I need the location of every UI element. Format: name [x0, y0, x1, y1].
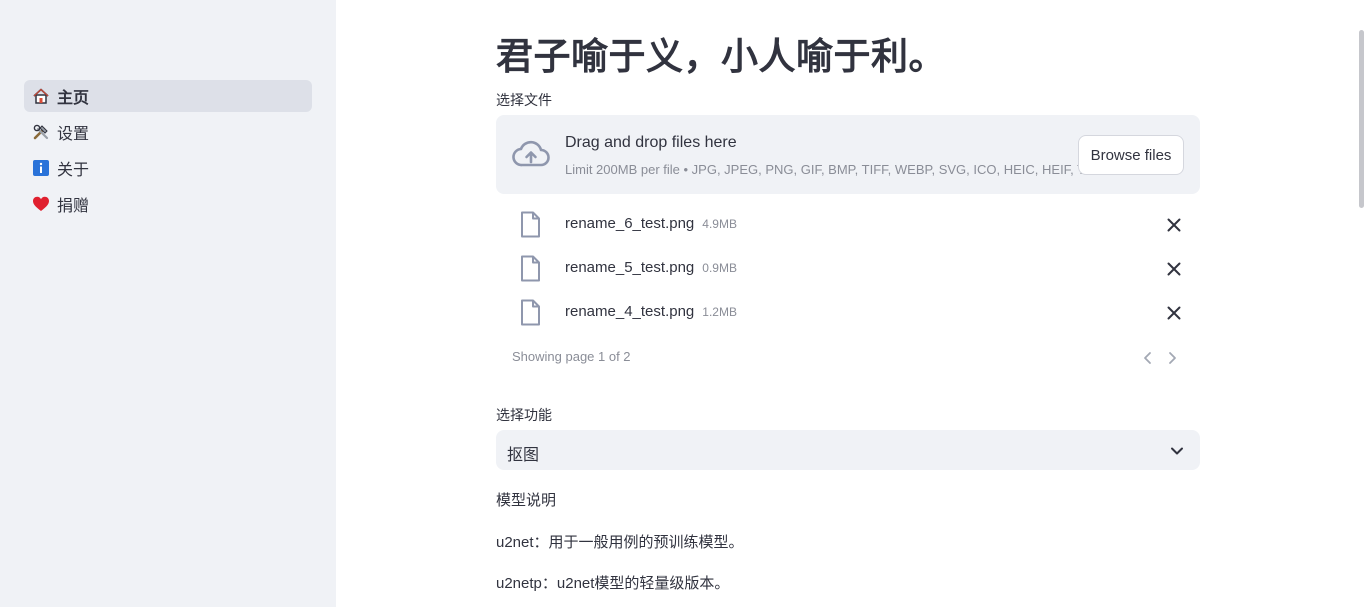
file-icon	[520, 255, 541, 287]
model-description-line: u2net：用于一般用例的预训练模型。	[496, 534, 744, 551]
next-page-button[interactable]	[1165, 350, 1179, 366]
file-icon	[520, 211, 541, 243]
file-name: rename_6_test.png	[565, 215, 695, 232]
function-select-value: 抠图	[507, 447, 540, 464]
info-icon	[32, 159, 50, 177]
dropzone-limit-text: Limit 200MB per file • JPG, JPEG, PNG, G…	[565, 162, 1097, 177]
file-name: rename_5_test.png	[565, 259, 695, 276]
browse-files-button[interactable]: Browse files	[1078, 135, 1184, 175]
remove-file-button[interactable]	[1166, 261, 1182, 277]
cloud-upload-icon	[512, 139, 550, 174]
function-select-label: 选择功能	[496, 407, 552, 423]
house-icon	[32, 87, 50, 105]
dropzone-title: Drag and drop files here	[565, 134, 737, 151]
sidebar: 主页 设置 关于 捐赠	[0, 0, 336, 607]
close-icon	[1167, 262, 1181, 276]
model-heading: 模型说明	[496, 492, 557, 509]
function-select[interactable]: 抠图	[496, 430, 1200, 470]
uploaded-file-row: rename_5_test.png 0.9MB	[496, 247, 1200, 291]
uploaded-file-row: rename_4_test.png 1.2MB	[496, 291, 1200, 335]
file-dropzone[interactable]: Drag and drop files here Limit 200MB per…	[496, 115, 1200, 194]
model-description-line: u2netp：u2net模型的轻量级版本。	[496, 575, 730, 592]
sidebar-item-label: 设置	[57, 126, 90, 143]
tools-icon	[32, 123, 50, 141]
remove-file-button[interactable]	[1166, 305, 1182, 321]
remove-file-button[interactable]	[1166, 217, 1182, 233]
sidebar-item-label: 关于	[57, 162, 90, 179]
sidebar-item-home[interactable]: 主页	[24, 80, 312, 112]
close-icon	[1167, 218, 1181, 232]
uploaded-file-row: rename_6_test.png 4.9MB	[496, 203, 1200, 247]
chevron-right-icon	[1169, 352, 1176, 364]
sidebar-nav: 主页 设置 关于 捐赠	[24, 80, 312, 224]
chevron-left-icon	[1144, 352, 1151, 364]
sidebar-item-about[interactable]: 关于	[24, 152, 312, 184]
file-name: rename_4_test.png	[565, 303, 695, 320]
sidebar-item-settings[interactable]: 设置	[24, 116, 312, 148]
previous-page-button[interactable]	[1141, 350, 1155, 366]
close-icon	[1167, 306, 1181, 320]
sidebar-item-label: 主页	[57, 90, 90, 107]
chevron-down-icon	[1170, 444, 1184, 462]
sidebar-item-donate[interactable]: 捐赠	[24, 188, 312, 220]
file-size: 4.9MB	[702, 217, 737, 231]
file-size: 1.2MB	[702, 305, 737, 319]
file-uploader-label: 选择文件	[496, 92, 552, 108]
file-icon	[520, 299, 541, 331]
file-size: 0.9MB	[702, 261, 737, 275]
page-scrollbar[interactable]	[1359, 30, 1364, 208]
pagination-status: Showing page 1 of 2	[512, 349, 631, 364]
page-title: 君子喻于义，小人喻于利。	[496, 36, 946, 77]
heart-icon	[32, 195, 50, 213]
sidebar-item-label: 捐赠	[57, 198, 90, 215]
